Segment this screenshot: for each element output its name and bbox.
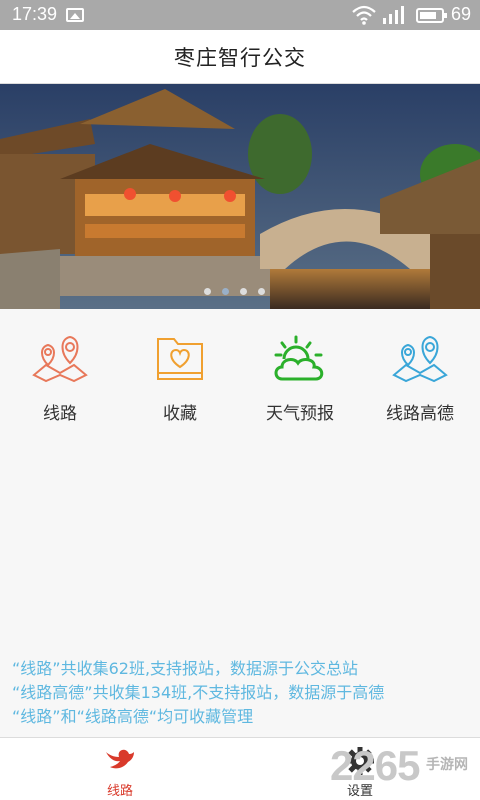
menu-item-route[interactable]: 线路 bbox=[0, 335, 120, 435]
signal-icon bbox=[383, 6, 404, 24]
watermark-logo: 2265 手游网 bbox=[330, 742, 478, 798]
note-line: “线路”和“线路高德“均可收藏管理 bbox=[12, 707, 254, 726]
sun-cloud-icon bbox=[272, 335, 328, 383]
status-bar: 17:39 69 bbox=[0, 0, 480, 30]
tab-route[interactable]: 线路 bbox=[60, 738, 180, 800]
watermark-text: 手游网 bbox=[426, 757, 468, 773]
map-pin-icon bbox=[392, 335, 448, 383]
app-header: 枣庄智行公交 bbox=[0, 30, 480, 84]
note-line: “线路”共收集62班,支持报站，数据源于公交总站 bbox=[12, 659, 359, 678]
carousel-dot[interactable] bbox=[258, 288, 265, 295]
watermark-number: 2265 bbox=[330, 742, 420, 789]
tab-label: 线路 bbox=[106, 784, 133, 799]
carousel-dot-active[interactable] bbox=[222, 288, 229, 295]
menu-label: 线路 bbox=[43, 404, 77, 424]
menu-item-weather[interactable]: 天气预报 bbox=[240, 335, 360, 435]
banner-carousel[interactable] bbox=[0, 84, 480, 309]
image-icon bbox=[66, 8, 84, 22]
carousel-indicator bbox=[204, 288, 265, 295]
heart-folder-icon bbox=[152, 335, 208, 383]
page-title: 枣庄智行公交 bbox=[174, 45, 306, 70]
banner-image bbox=[0, 84, 480, 309]
wifi-icon bbox=[352, 5, 376, 25]
carousel-dot[interactable] bbox=[240, 288, 247, 295]
map-pin-icon bbox=[32, 335, 88, 383]
menu-item-route-amap[interactable]: 线路高德 bbox=[360, 335, 480, 435]
status-time: 17:39 bbox=[12, 4, 58, 24]
carousel-dot[interactable] bbox=[204, 288, 211, 295]
bird-icon bbox=[106, 749, 134, 769]
menu-label: 线路高德 bbox=[386, 404, 454, 424]
menu-item-favorites[interactable]: 收藏 bbox=[120, 335, 240, 435]
menu-label: 天气预报 bbox=[266, 404, 334, 424]
battery-level: 69 bbox=[451, 4, 472, 24]
battery-icon bbox=[416, 8, 447, 23]
info-notes: “线路”共收集62班,支持报站，数据源于公交总站 “线路高德”共收集134班,不… bbox=[12, 657, 472, 729]
feature-menu: 线路 收藏 天气预报 线路高德 bbox=[0, 335, 480, 435]
note-line: “线路高德”共收集134班,不支持报站，数据源于高德 bbox=[12, 683, 385, 702]
menu-label: 收藏 bbox=[163, 404, 197, 424]
